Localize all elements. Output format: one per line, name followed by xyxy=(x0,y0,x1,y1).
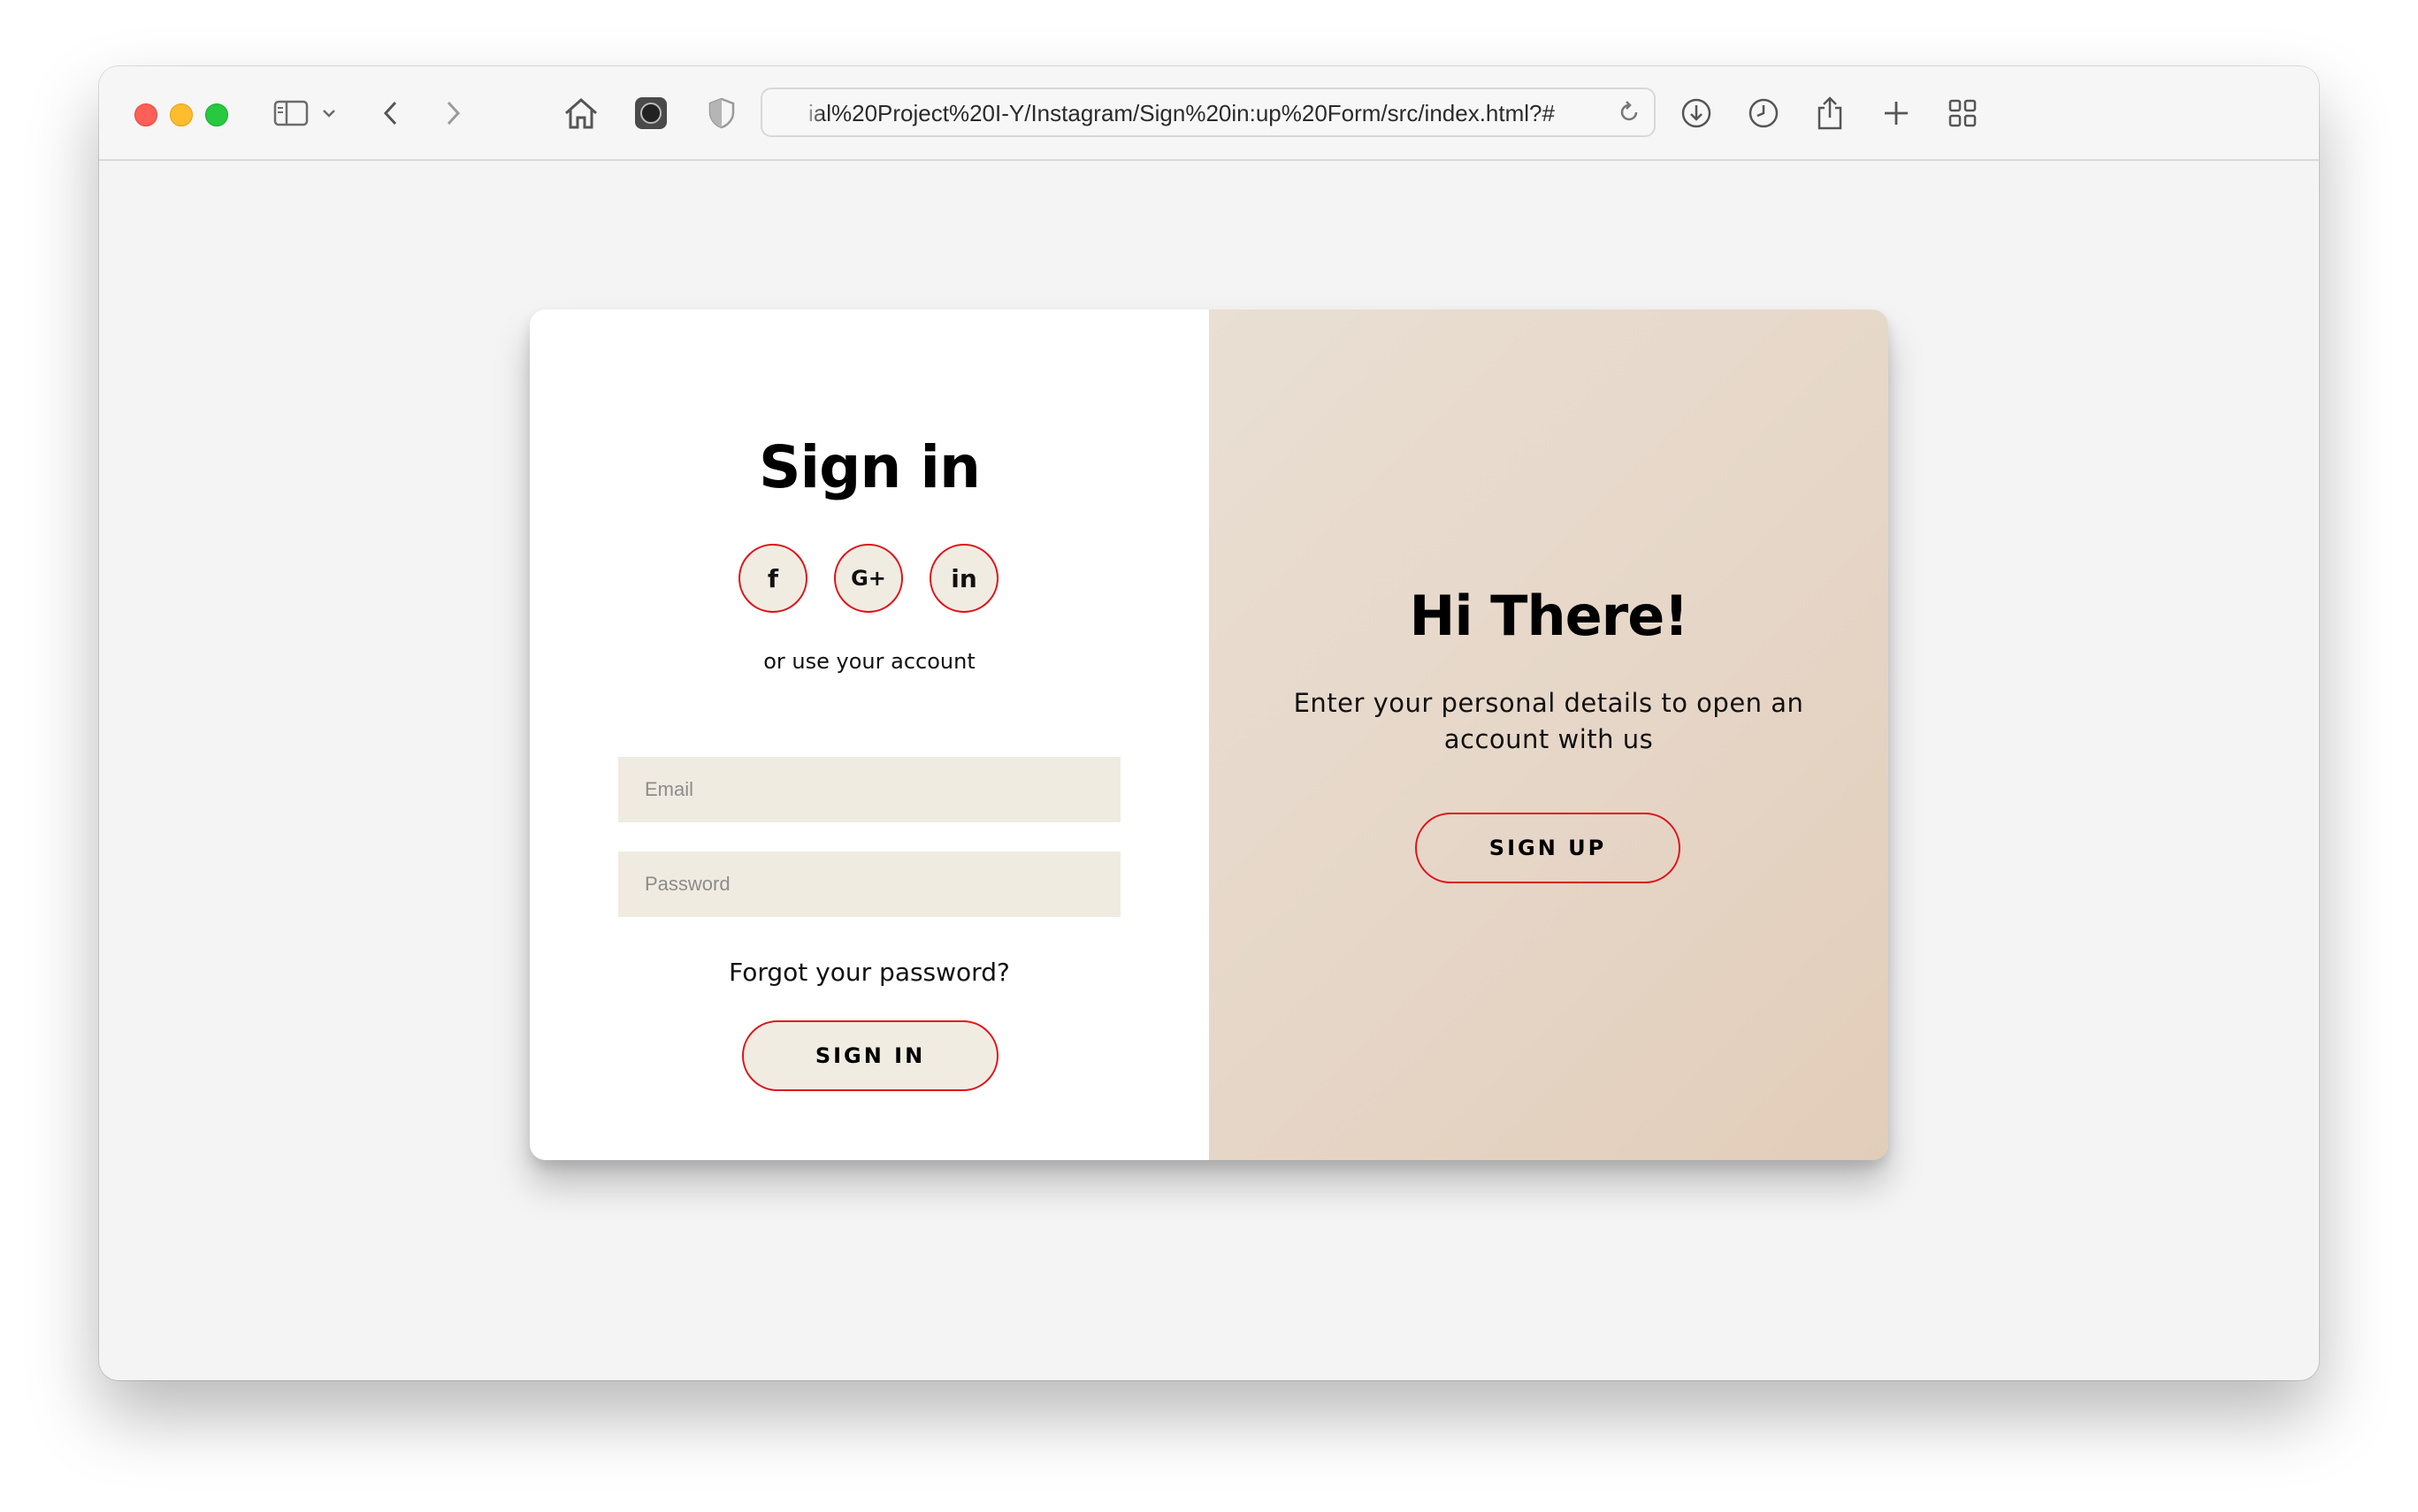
password-field[interactable] xyxy=(618,851,1121,917)
forward-arrow-icon[interactable] xyxy=(440,93,466,134)
reload-icon[interactable] xyxy=(1617,100,1641,129)
sign-in-button[interactable]: SIGN IN xyxy=(742,1020,999,1091)
browser-toolbar: ial%20Project%20I-Y/Instagram/Sign%20in:… xyxy=(99,66,2319,161)
zoom-window-button[interactable] xyxy=(205,103,228,126)
linkedin-icon: in xyxy=(951,563,977,593)
alt-signin-text: or use your account xyxy=(763,649,976,674)
signin-title: Sign in xyxy=(759,433,981,501)
facebook-icon: f xyxy=(767,563,779,593)
tab-overview-icon[interactable] xyxy=(1945,93,1980,134)
sidebar-icon[interactable] xyxy=(272,93,310,134)
back-arrow-icon[interactable] xyxy=(378,93,404,134)
minimize-window-button[interactable] xyxy=(170,103,193,126)
overlay-title: Hi There! xyxy=(1409,584,1688,648)
auth-card: Sign in f G+ in or use your account Forg… xyxy=(530,309,1888,1160)
history-clock-icon[interactable] xyxy=(1746,93,1781,134)
email-field[interactable] xyxy=(618,757,1121,822)
address-bar[interactable]: ial%20Project%20I-Y/Instagram/Sign%20in:… xyxy=(761,88,1656,137)
chevron-down-icon[interactable] xyxy=(318,93,340,134)
overlay-panel: Hi There! Enter your personal details to… xyxy=(1209,309,1888,1160)
linkedin-button[interactable]: in xyxy=(930,544,999,613)
new-tab-plus-icon[interactable] xyxy=(1879,93,1914,134)
forgot-password-link[interactable]: Forgot your password? xyxy=(530,958,1209,987)
shield-icon[interactable] xyxy=(704,93,739,134)
url-text: ial%20Project%20I-Y/Instagram/Sign%20in:… xyxy=(808,100,1555,126)
share-icon[interactable] xyxy=(1812,93,1848,134)
google-plus-icon: G+ xyxy=(851,566,886,591)
signin-panel: Sign in f G+ in or use your account Forg… xyxy=(530,309,1209,1160)
close-window-button[interactable] xyxy=(134,103,157,126)
facebook-button[interactable]: f xyxy=(738,544,807,613)
browser-window: ial%20Project%20I-Y/Instagram/Sign%20in:… xyxy=(99,66,2319,1380)
sign-up-button[interactable]: SIGN UP xyxy=(1415,813,1680,883)
google-plus-button[interactable]: G+ xyxy=(834,544,903,613)
home-icon[interactable] xyxy=(562,93,601,134)
downloads-icon[interactable] xyxy=(1679,93,1714,134)
screenshot-extension-icon[interactable] xyxy=(631,93,670,134)
overlay-description: Enter your personal details to open an a… xyxy=(1293,688,1804,754)
